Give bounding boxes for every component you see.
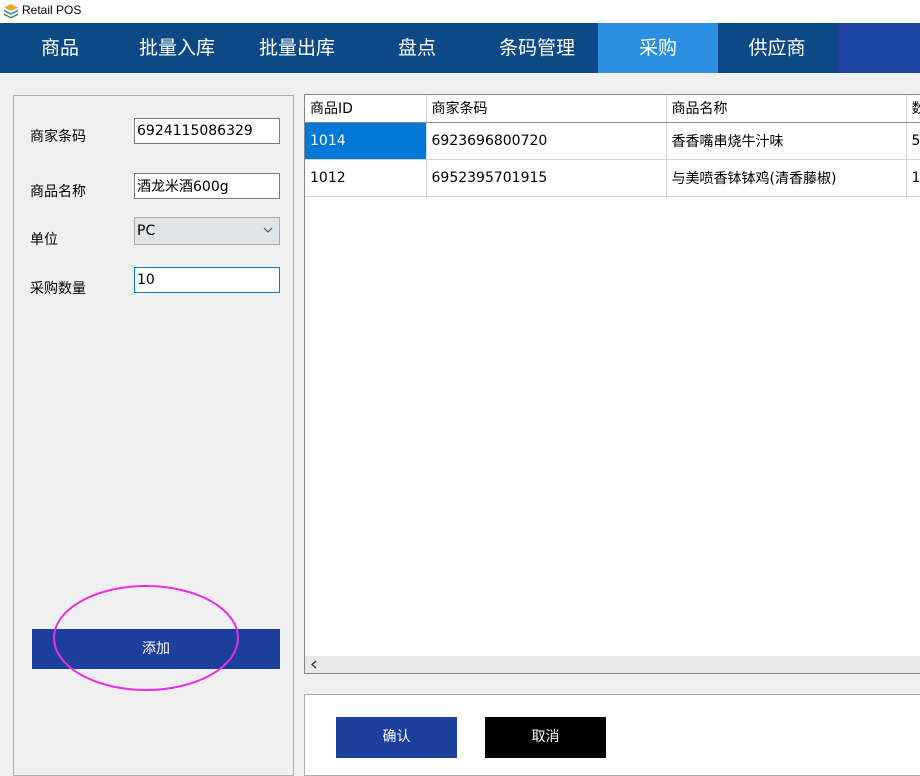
cell-barcode[interactable]: 6952395701915 <box>426 159 667 197</box>
cell-quantity[interactable]: 5 <box>906 122 920 160</box>
barcode-input[interactable] <box>134 118 280 144</box>
tab-batch-outbound[interactable]: 批量出库 <box>237 23 357 73</box>
barcode-label: 商家条码 <box>30 129 86 145</box>
confirm-button[interactable]: 确认 <box>336 717 457 758</box>
cell-product-id[interactable]: 1012 <box>305 159 427 197</box>
action-panel: 确认 取消 <box>304 694 920 776</box>
add-button[interactable]: 添加 <box>32 629 280 669</box>
tab-purchase[interactable]: 采购 <box>598 23 718 73</box>
column-header-barcode[interactable]: 商家条码 <box>426 95 667 123</box>
app-logo-icon <box>4 4 18 19</box>
window-title: Retail POS <box>22 3 82 17</box>
horizontal-scrollbar[interactable] <box>305 656 920 673</box>
unit-label: 单位 <box>30 232 58 248</box>
quantity-label: 采购数量 <box>30 281 86 297</box>
purchase-form-panel: 商家条码 商品名称 单位 PC 采购数量 添加 <box>13 95 294 776</box>
table-row[interactable]: 1014 6923696800720 香香嘴串烧牛汁味 5 <box>305 122 920 160</box>
cell-barcode[interactable]: 6923696800720 <box>426 122 667 160</box>
tab-inventory[interactable]: 盘点 <box>357 23 477 73</box>
column-header-product-id[interactable]: 商品ID <box>305 95 427 123</box>
unit-select[interactable]: PC <box>134 217 280 245</box>
chevron-down-icon <box>263 227 273 233</box>
main-nav: 商品 批量入库 批量出库 盘点 条码管理 采购 供应商 <box>0 23 920 73</box>
column-header-product-name[interactable]: 商品名称 <box>666 95 907 123</box>
tab-suppliers[interactable]: 供应商 <box>717 23 837 73</box>
nav-overflow-area <box>838 23 920 73</box>
title-bar: Retail POS <box>0 0 920 23</box>
unit-selected-value: PC <box>137 223 156 239</box>
cell-product-name[interactable]: 香香嘴串烧牛汁味 <box>666 122 907 160</box>
purchase-table: 商品ID 商家条码 商品名称 数 1014 6923696800720 香香嘴串… <box>305 95 920 197</box>
purchase-list-panel: 商品ID 商家条码 商品名称 数 1014 6923696800720 香香嘴串… <box>304 94 920 674</box>
tab-barcode-management[interactable]: 条码管理 <box>477 23 597 73</box>
tab-products[interactable]: 商品 <box>0 23 120 73</box>
table-row[interactable]: 1012 6952395701915 与美喷香钵钵鸡(清香藤椒) 1( <box>305 159 920 197</box>
cell-product-name[interactable]: 与美喷香钵钵鸡(清香藤椒) <box>666 159 907 197</box>
cell-product-id[interactable]: 1014 <box>305 122 427 160</box>
scroll-left-arrow-icon[interactable] <box>309 659 319 670</box>
cancel-button[interactable]: 取消 <box>485 717 606 758</box>
tab-batch-inbound[interactable]: 批量入库 <box>117 23 237 73</box>
product-name-label: 商品名称 <box>30 184 86 200</box>
column-header-quantity[interactable]: 数 <box>906 95 920 123</box>
product-name-input[interactable] <box>134 173 280 199</box>
table-header-row: 商品ID 商家条码 商品名称 数 <box>305 95 920 123</box>
cell-quantity[interactable]: 1( <box>906 159 920 197</box>
quantity-input[interactable] <box>134 267 280 293</box>
